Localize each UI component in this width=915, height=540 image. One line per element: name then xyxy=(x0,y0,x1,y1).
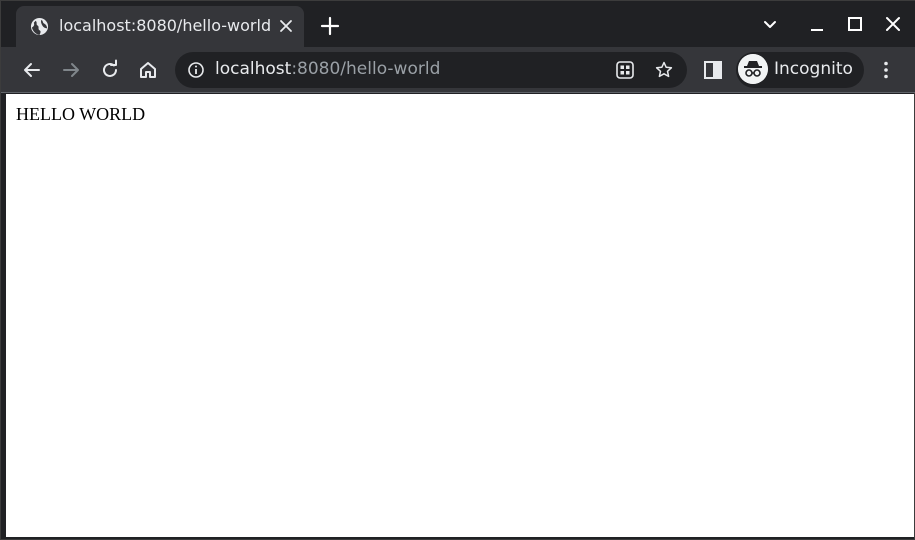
tab-search-chevron-down-icon[interactable] xyxy=(759,13,781,35)
qr-code-icon[interactable] xyxy=(615,60,635,80)
minimize-icon[interactable] xyxy=(806,13,828,35)
site-info-icon[interactable] xyxy=(187,61,205,79)
more-menu-icon[interactable] xyxy=(874,58,898,82)
address-bar[interactable]: localhost:8080/hello-world xyxy=(175,52,687,88)
incognito-icon xyxy=(738,54,768,84)
maximize-icon[interactable] xyxy=(844,13,866,35)
tab-active[interactable]: localhost:8080/hello-world xyxy=(16,6,304,47)
new-tab-icon[interactable] xyxy=(319,15,341,37)
url-path: :8080/hello-world xyxy=(291,59,441,79)
tab-strip: localhost:8080/hello-world xyxy=(1,1,915,47)
close-window-icon[interactable] xyxy=(882,13,904,35)
incognito-profile-button[interactable]: Incognito xyxy=(736,52,864,88)
page-body-text: HELLO WORLD xyxy=(16,104,146,124)
forward-arrow-icon[interactable] xyxy=(59,58,83,82)
back-arrow-icon[interactable] xyxy=(20,58,44,82)
reload-icon[interactable] xyxy=(98,58,122,82)
globe-icon xyxy=(30,17,49,36)
close-tab-icon[interactable] xyxy=(276,16,296,36)
profile-label: Incognito xyxy=(774,59,853,79)
browser-window: localhost:8080/hello-world localhost:808… xyxy=(0,0,915,540)
tab-title: localhost:8080/hello-world xyxy=(59,16,272,35)
side-panel-icon[interactable] xyxy=(701,58,725,82)
url-host: localhost xyxy=(215,59,292,79)
page-viewport: HELLO WORLD xyxy=(6,94,914,537)
browser-toolbar: localhost:8080/hello-world Incognito xyxy=(1,47,915,93)
bookmark-star-icon[interactable] xyxy=(654,60,674,80)
toolbar-divider xyxy=(1,92,915,93)
url-text[interactable]: localhost:8080/hello-world xyxy=(215,59,440,79)
home-icon[interactable] xyxy=(136,58,160,82)
